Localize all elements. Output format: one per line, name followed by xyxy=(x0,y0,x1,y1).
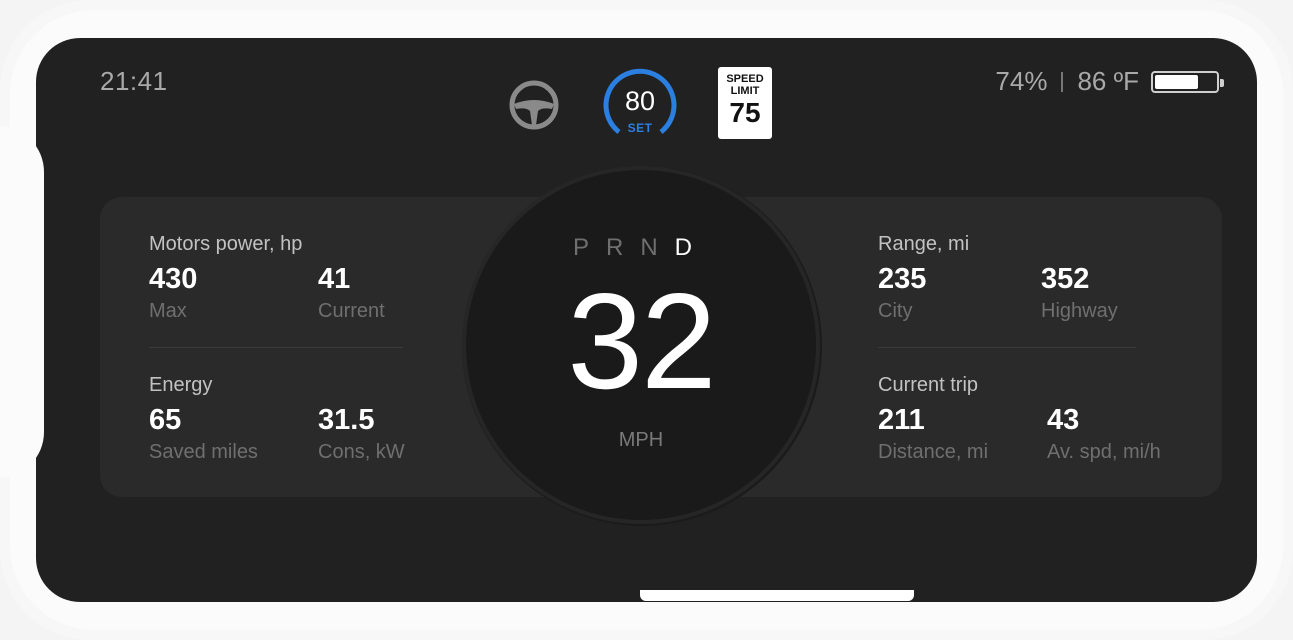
gear-d: D xyxy=(674,234,710,261)
speed-limit-sign: SPEED LIMIT 75 xyxy=(718,67,772,139)
motors-current-label: Current xyxy=(318,300,385,322)
battery-percent: 74% xyxy=(995,66,1048,96)
gear-p: P xyxy=(572,234,606,261)
trip-avg-speed: 43 Av. spd, mi/h xyxy=(1047,404,1161,464)
right-divider xyxy=(878,347,1136,348)
trip-title: Current trip xyxy=(878,374,979,396)
gear-r: R xyxy=(605,234,641,261)
range-city-label: City xyxy=(878,300,913,322)
energy-section: Energy xyxy=(149,374,212,397)
battery-icon xyxy=(1151,70,1224,93)
range-highway-label: Highway xyxy=(1041,300,1118,322)
range-city: 235 City xyxy=(878,263,926,323)
motors-max-value: 430 xyxy=(149,263,198,295)
range-highway: 352 Highway xyxy=(1041,263,1118,323)
range-section: Range, mi xyxy=(878,233,969,256)
range-highway-value: 352 xyxy=(1041,263,1090,295)
energy-cons-value: 31.5 xyxy=(318,404,375,436)
energy-title: Energy xyxy=(149,374,213,396)
energy-cons-label: Cons, kW xyxy=(318,441,405,463)
status-right: 74% 86 ºF xyxy=(995,66,1224,97)
motors-current-value: 41 xyxy=(318,263,351,295)
motors-current: 41 Current xyxy=(318,263,385,323)
cruise-set-label: SET xyxy=(627,121,653,135)
speed-limit-value: 75 xyxy=(729,97,761,128)
speed-limit-line2: LIMIT xyxy=(730,85,760,97)
gear-n: N xyxy=(640,234,675,261)
range-title: Range, mi xyxy=(878,233,970,255)
dashboard-screen: 21:41 74% 86 ºF 80 SET SPEED LIMIT 75 Mo… xyxy=(36,38,1257,602)
phone-frame: 21:41 74% 86 ºF 80 SET SPEED LIMIT 75 Mo… xyxy=(0,0,1293,640)
trip-avg-speed-value: 43 xyxy=(1047,404,1080,436)
outside-temperature: 86 ºF xyxy=(1077,66,1139,96)
motors-max: 430 Max xyxy=(149,263,197,323)
battery-tip xyxy=(1220,78,1224,87)
trip-section: Current trip xyxy=(878,374,978,397)
battery-level-fill xyxy=(1155,74,1199,89)
home-indicator[interactable] xyxy=(640,590,914,601)
clock: 21:41 xyxy=(100,66,168,96)
cruise-set-speed: 80 xyxy=(624,86,656,116)
speed-limit-line1: SPEED xyxy=(726,73,764,85)
energy-cons: 31.5 Cons, kW xyxy=(318,404,405,464)
motors-title: Motors power, hp xyxy=(149,233,303,255)
speed-gauge: PRND 32 MPH xyxy=(466,170,816,520)
trip-avg-speed-label: Av. spd, mi/h xyxy=(1047,441,1161,463)
trip-distance-label: Distance, mi xyxy=(878,441,989,463)
energy-saved-label: Saved miles xyxy=(149,441,258,463)
left-divider xyxy=(149,347,403,348)
speed-unit: MPH xyxy=(618,429,664,451)
motors-max-label: Max xyxy=(149,300,187,322)
status-divider xyxy=(1061,71,1064,92)
steering-wheel-icon[interactable] xyxy=(508,79,560,131)
trip-distance: 211 Distance, mi xyxy=(878,404,988,464)
phone-notch xyxy=(0,126,44,478)
energy-saved-value: 65 xyxy=(149,404,182,436)
gear-selector: PRND xyxy=(466,234,816,262)
motors-section: Motors power, hp xyxy=(149,233,302,256)
trip-distance-value: 211 xyxy=(878,404,925,436)
range-city-value: 235 xyxy=(878,263,927,295)
energy-saved: 65 Saved miles xyxy=(149,404,258,464)
current-speed: 32 xyxy=(567,265,716,417)
